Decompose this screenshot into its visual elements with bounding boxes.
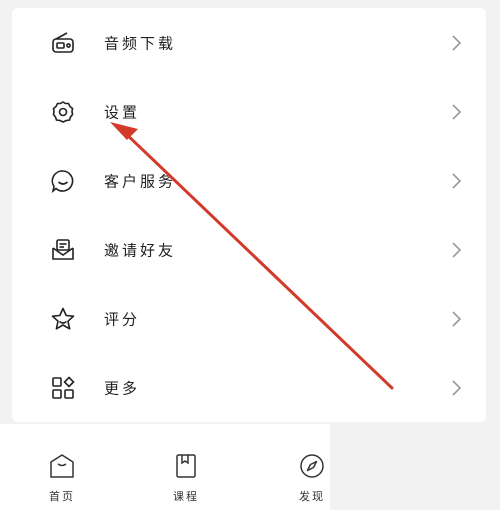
menu-row-more[interactable]: 更多	[12, 353, 486, 422]
tab-courses[interactable]: 课程	[156, 452, 216, 504]
chevron-right-icon	[450, 379, 462, 397]
menu-row-label: 音频下载	[104, 34, 177, 52]
envelope-icon	[50, 237, 76, 263]
menu-row-customer-service[interactable]: 客户服务	[12, 146, 486, 215]
settings-menu-card: 音频下载 设置 客户服务 邀请好友 评分 更多	[12, 8, 486, 422]
menu-row-label: 设置	[104, 103, 141, 121]
tab-discover[interactable]: 发现	[282, 452, 342, 504]
star-icon	[50, 306, 76, 332]
chevron-right-icon	[450, 172, 462, 190]
chat-bubble-icon	[50, 168, 76, 194]
compass-icon	[298, 452, 326, 480]
home-icon	[48, 452, 76, 480]
tab-label: 发现	[299, 490, 325, 503]
menu-row-label: 客户服务	[104, 172, 177, 190]
tab-label: 首页	[49, 490, 75, 503]
gear-icon	[50, 99, 76, 125]
menu-row-label: 更多	[104, 379, 141, 397]
menu-row-label: 邀请好友	[104, 241, 177, 259]
book-icon	[172, 452, 200, 480]
grid-icon	[50, 375, 76, 401]
chevron-right-icon	[450, 241, 462, 259]
menu-row-invite-friends[interactable]: 邀请好友	[12, 215, 486, 284]
menu-row-audio-download[interactable]: 音频下载	[12, 8, 486, 77]
chevron-right-icon	[450, 103, 462, 121]
chevron-right-icon	[450, 310, 462, 328]
menu-row-rating[interactable]: 评分	[12, 284, 486, 353]
radio-icon	[50, 30, 76, 56]
menu-row-label: 评分	[104, 310, 141, 328]
menu-row-settings[interactable]: 设置	[12, 77, 486, 146]
chevron-right-icon	[450, 34, 462, 52]
tab-label: 课程	[173, 490, 199, 503]
tab-home[interactable]: 首页	[32, 452, 92, 504]
